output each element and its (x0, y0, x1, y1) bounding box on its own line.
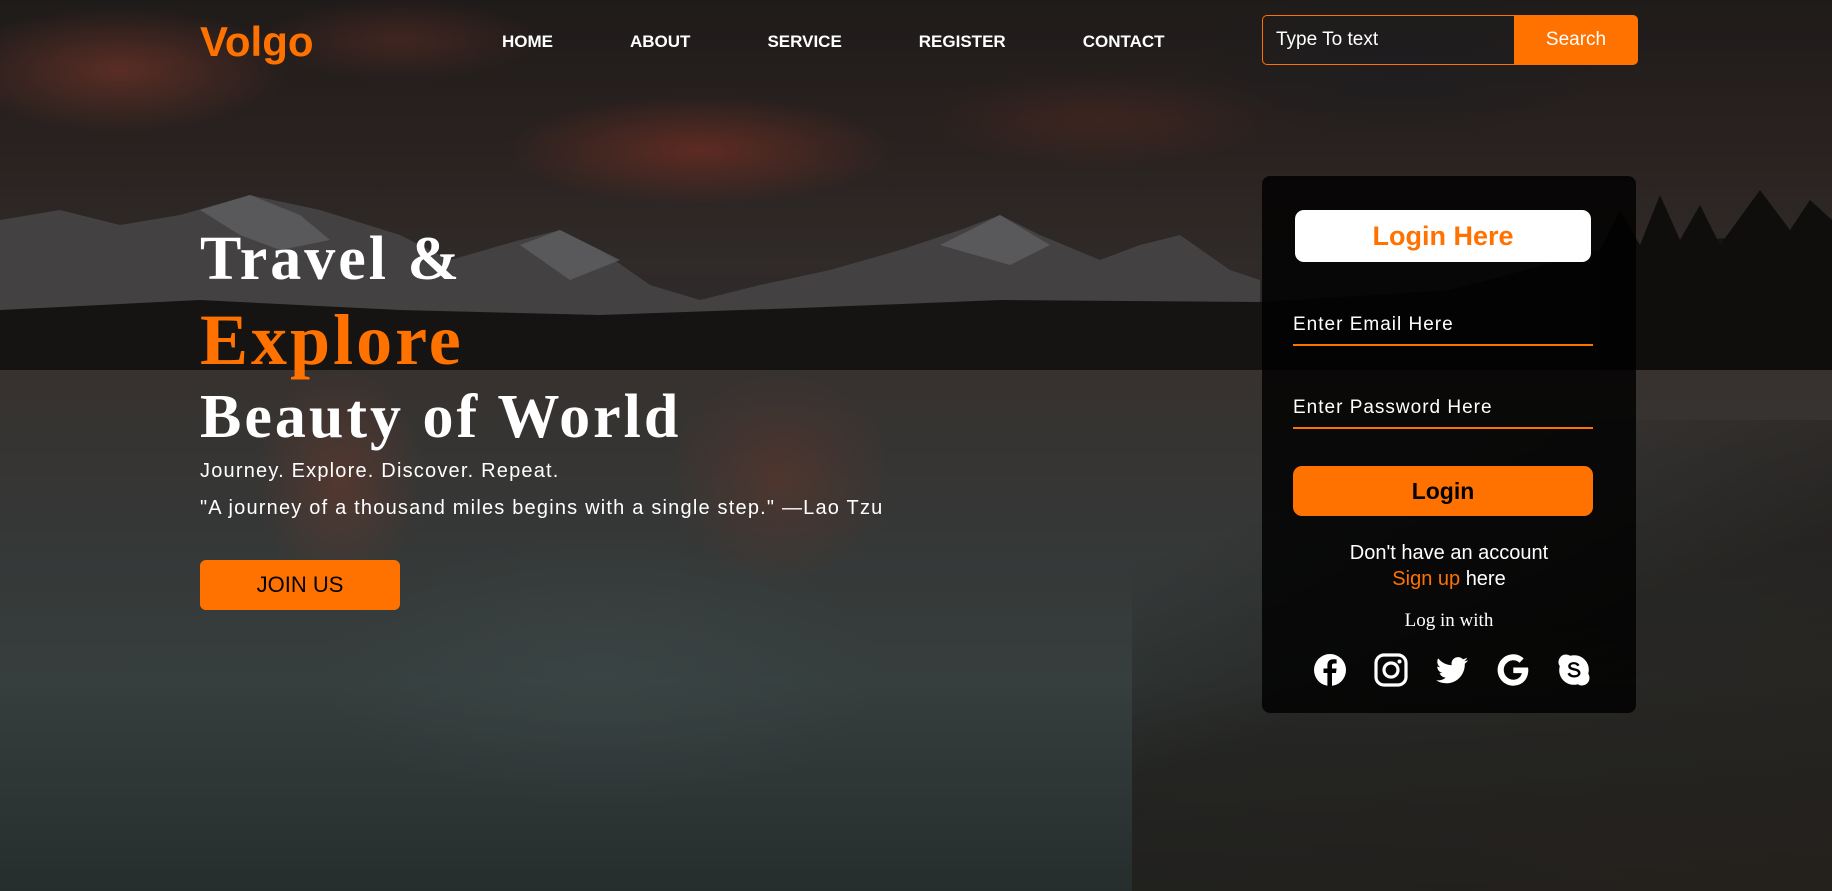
nav-home[interactable]: HOME (502, 32, 553, 52)
google-icon[interactable] (1495, 652, 1531, 688)
signup-link[interactable]: Sign up (1392, 568, 1460, 590)
social-login-label: Log in with (1404, 610, 1494, 631)
search-input[interactable] (1262, 15, 1514, 65)
nav-contact[interactable]: CONTACT (1083, 32, 1165, 52)
signup-prompt: Don't have an account Sign up here (1262, 540, 1636, 592)
email-field[interactable] (1293, 306, 1593, 346)
instagram-icon[interactable] (1373, 652, 1409, 688)
facebook-icon[interactable] (1312, 652, 1348, 688)
password-field[interactable] (1293, 389, 1593, 429)
hero-line-explore: Explore (200, 300, 464, 380)
nav-about[interactable]: ABOUT (630, 32, 690, 52)
nav-register[interactable]: REGISTER (919, 32, 1006, 52)
search-bar: Search (1262, 15, 1638, 65)
hero-line-travel: Travel & (200, 225, 463, 293)
nav-service[interactable]: SERVICE (767, 32, 841, 52)
login-title: Login Here (1295, 210, 1591, 262)
logo[interactable]: Volgo (200, 18, 314, 66)
twitter-icon[interactable] (1434, 652, 1470, 688)
hero-heading: Travel & Explore Beauty of World (200, 228, 883, 448)
hero-line-beauty: Beauty of World (200, 383, 682, 451)
hero-quote: "A journey of a thousand miles begins wi… (200, 497, 884, 519)
join-us-button[interactable]: JOIN US (200, 560, 400, 610)
skype-icon[interactable] (1556, 652, 1592, 688)
main-nav: HOME ABOUT SERVICE REGISTER CONTACT (502, 32, 1242, 52)
search-button[interactable]: Search (1514, 15, 1638, 65)
social-icons (1312, 652, 1592, 688)
hero-tagline: Journey. Explore. Discover. Repeat. (200, 460, 560, 482)
signup-suffix: here (1465, 568, 1506, 590)
login-button[interactable]: Login (1293, 466, 1593, 516)
no-account-text: Don't have an account (1349, 542, 1549, 564)
login-card: Login Here Login Don't have an account S… (1262, 176, 1636, 713)
hero: Travel & Explore Beauty of World Journey… (200, 228, 883, 610)
